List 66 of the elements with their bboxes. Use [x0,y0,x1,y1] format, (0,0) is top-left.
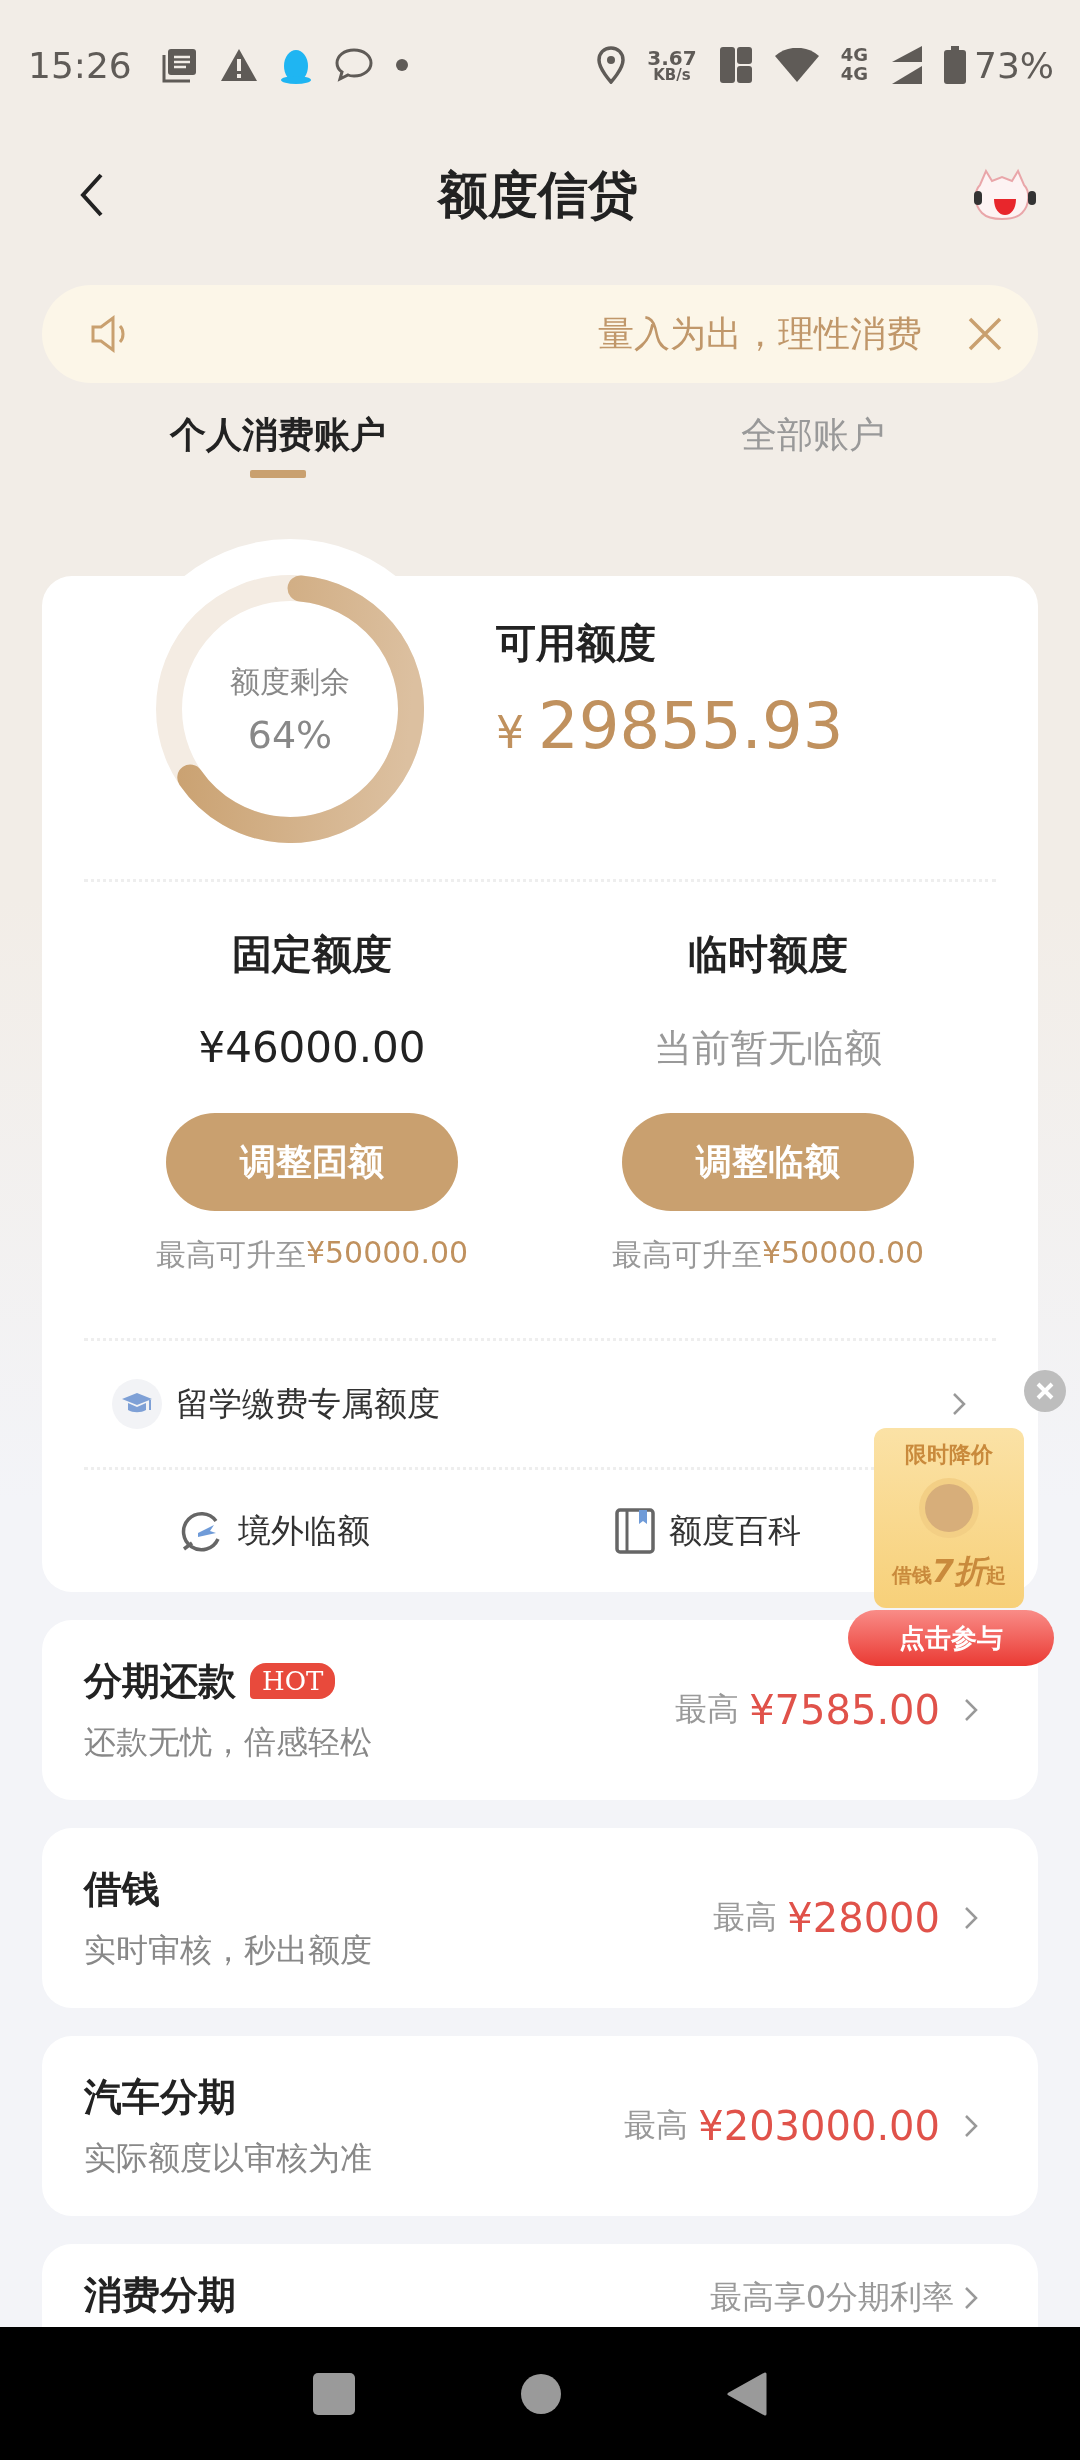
promo-title: 限时降价 [905,1441,993,1469]
dual-sim-icon [718,46,753,84]
ring-percent: 64% [247,712,333,757]
coin-icon [917,1476,981,1540]
quota-note: 当前暂无临额 [654,1025,882,1072]
chevron-icon [964,2286,978,2310]
clock: 15:26 [28,44,132,86]
limit-prefix: 最高 [713,1897,778,1938]
product-card[interactable]: 借钱 实时审核，秒出额度 最高 ¥28000 [42,1828,1038,2008]
back-icon[interactable] [80,173,104,217]
product-subtitle: 实际额度以审核为准 [84,2137,373,2179]
location-icon [597,46,626,84]
shortcut-link[interactable]: 额度百科 [669,1508,801,1554]
battery-icon [944,46,966,84]
notification-icon [161,47,198,83]
product-amount: ¥28000 [787,1895,940,1941]
network-type: 4G [840,46,868,65]
chevron-icon [964,1698,978,1722]
network-speed-unit: KB/s [653,67,691,83]
ring-label: 额度剩余 [230,662,350,701]
home-button[interactable] [521,2373,561,2414]
limit-hint: 最高可升至 [155,1236,306,1274]
quota-amount: ¥46000.00 [198,1023,426,1074]
shortcut-link[interactable]: 境外临额 [237,1508,370,1554]
recents-button[interactable] [313,2372,355,2415]
chat-icon [333,47,374,83]
product-title: 汽车分期 [84,2073,236,2121]
wifi-icon [774,48,819,82]
hot-badge: HOT [250,1663,336,1699]
product-amount: ¥7585.00 [749,1687,940,1733]
back-button[interactable] [727,2371,767,2416]
battery-level: 73% [974,44,1054,86]
dot-icon [395,59,408,71]
product-title: 消费分期 [84,2272,236,2319]
limit-prefix: 最高享0分期利率 [709,2277,954,2318]
graduation-cap-icon [112,1379,162,1429]
product-subtitle: 实时审核，秒出额度 [84,1929,373,1971]
limit-prefix: 最高 [675,1689,740,1730]
chevron-icon [952,1392,966,1416]
book-icon [615,1508,655,1554]
page-title: 额度信贷 [438,164,638,226]
quota-title: 固定额度 [232,930,392,979]
currency-sign: ¥ [496,707,524,758]
study-quota-link[interactable]: 留学缴费专属额度 [176,1381,938,1427]
product-card[interactable]: 汽车分期 实际额度以审核为准 最高 ¥203000.00 [42,2036,1038,2216]
available-label: 可用额度 [496,619,657,668]
signal-icon [890,46,922,84]
product-amount: ¥203000.00 [698,2103,940,2149]
product-title: 分期还款 [84,1657,236,1705]
chevron-icon [964,2114,978,2138]
limit-hint: 最高可升至 [611,1236,762,1274]
notice-text: 量入为出，理性消费 [597,311,922,356]
product-subtitle: 还款无忧，倍感轻松 [84,1721,373,1763]
product-card[interactable]: 消费分期 最高享0分期利率 [42,2244,1038,2327]
limit-prefix: 最高 [624,2105,689,2146]
network-speed: 3.67 [647,47,697,68]
product-title: 借钱 [84,1865,160,1913]
limit-amount: ¥50000.00 [305,1235,469,1272]
available-amount: 29855.93 [538,689,844,763]
warning-icon [219,48,258,82]
chevron-icon [964,1906,978,1930]
account-tab[interactable]: 个人消费账户 [0,398,545,478]
promo-offer: 借钱7折起 [891,1551,1007,1592]
quota-title: 临时额度 [688,930,848,979]
network-type: 4G [840,65,868,84]
limit-amount: ¥50000.00 [761,1235,925,1272]
